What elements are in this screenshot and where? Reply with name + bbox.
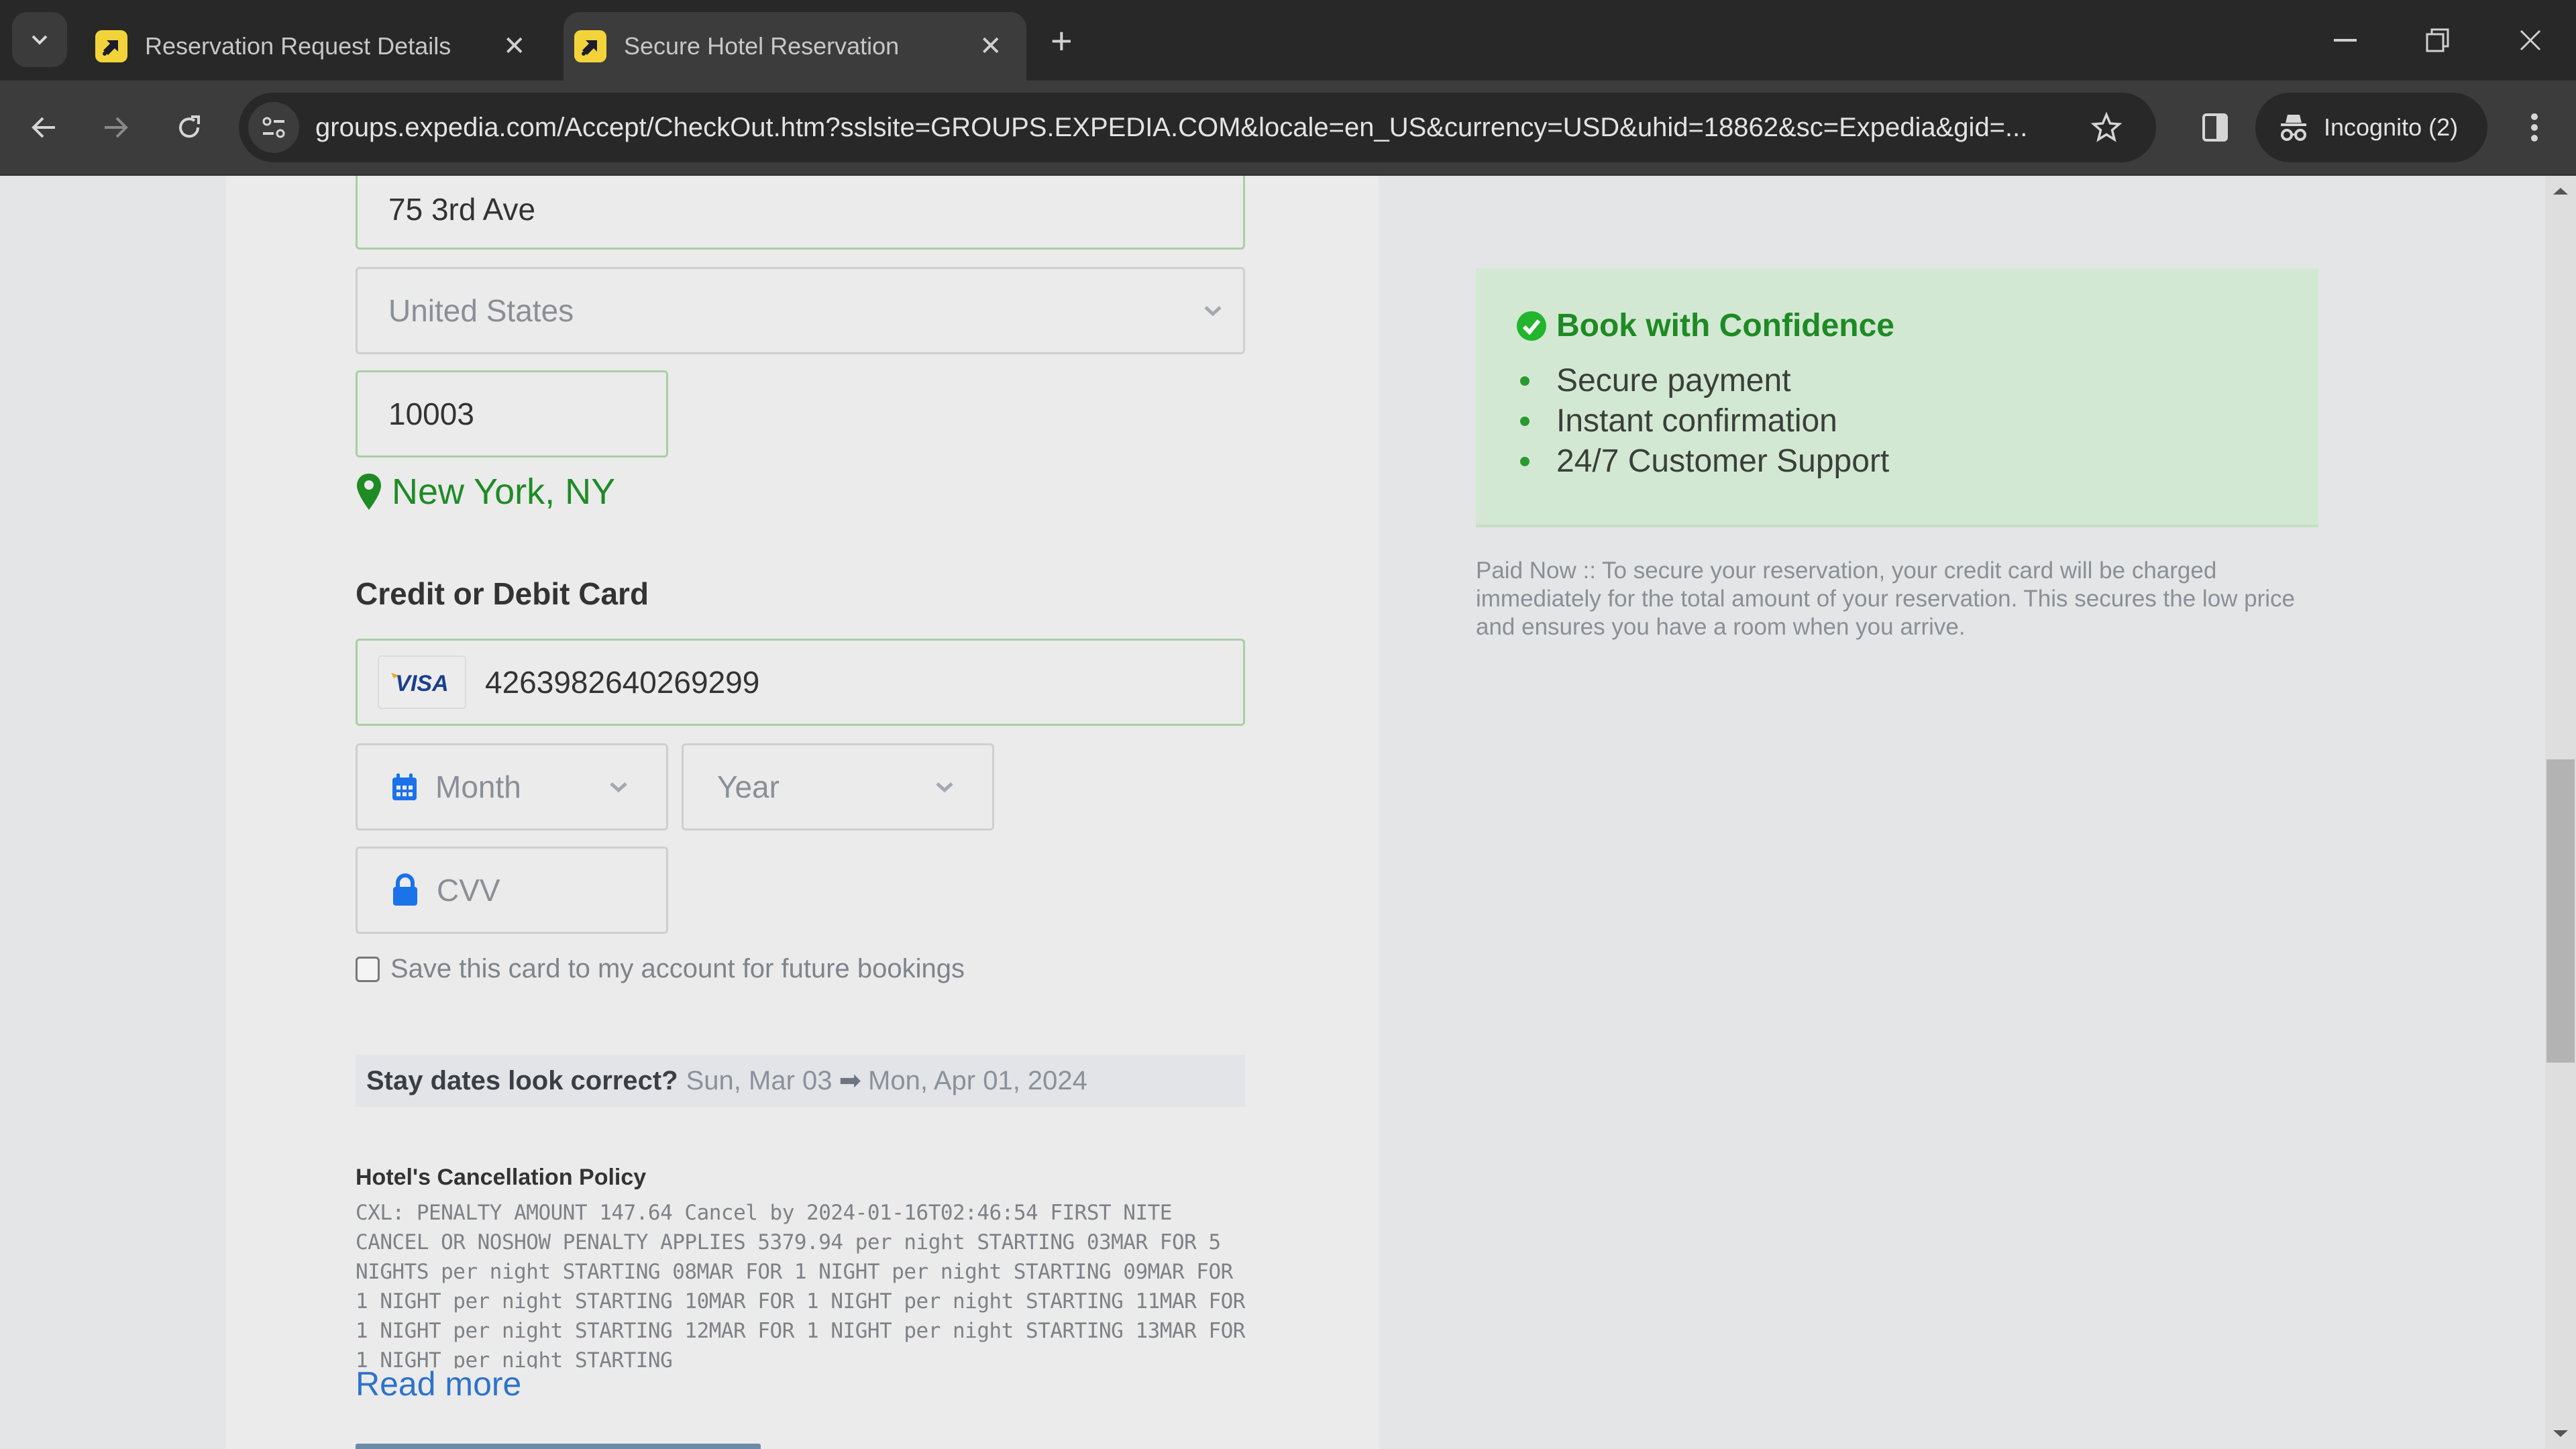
- restore-icon: [2426, 28, 2449, 52]
- map-pin-icon: [357, 474, 381, 510]
- minimize-button[interactable]: [2325, 20, 2365, 60]
- expedia-favicon-icon: [574, 30, 606, 62]
- cancellation-policy-text: CXL: PENALTY AMOUNT 147.64 Cancel by 202…: [356, 1201, 1245, 1368]
- page-scrollbar[interactable]: [2545, 176, 2576, 1449]
- bookmark-button[interactable]: [2086, 107, 2127, 148]
- side-panel-icon: [2202, 113, 2228, 142]
- reload-button[interactable]: [164, 102, 215, 153]
- lock-icon: [393, 873, 417, 906]
- incognito-profile-button[interactable]: Incognito (2): [2255, 93, 2487, 162]
- stay-dates-banner: Stay dates look correct? Sun, Mar 03 ➡ M…: [356, 1055, 1245, 1107]
- visa-text: VISA: [395, 671, 448, 696]
- address-bar[interactable]: groups.expedia.com/Accept/CheckOut.htm?s…: [239, 93, 2156, 162]
- check-circle-icon: [1517, 311, 1546, 341]
- incognito-icon: [2281, 115, 2306, 141]
- list-item: 24/7 Customer Support: [1520, 441, 1889, 482]
- save-card-option[interactable]: Save this card to my account for future …: [356, 954, 965, 984]
- restore-button[interactable]: [2418, 20, 2458, 60]
- submit-button-partial[interactable]: [356, 1444, 761, 1449]
- save-card-label: Save this card to my account for future …: [390, 954, 965, 983]
- cvv-placeholder: CVV: [437, 873, 500, 908]
- tab-strip: Reservation Request Details ✕ Secure Hot…: [0, 0, 2576, 80]
- country-select[interactable]: United States: [356, 267, 1245, 354]
- city-state-indicator: New York, NY: [356, 471, 615, 513]
- chevron-down-icon: [1204, 306, 1222, 317]
- book-with-confidence-box: Book with Confidence Secure payment Inst…: [1476, 268, 2318, 527]
- browser-toolbar: groups.expedia.com/Accept/CheckOut.htm?s…: [0, 80, 2576, 176]
- tab-secure-hotel-reservation[interactable]: Secure Hotel Reservation ✕: [564, 12, 1026, 80]
- paid-now-notice: Paid Now :: To secure your reservation, …: [1476, 557, 2296, 640]
- arrow-right-icon: ➡: [839, 1066, 862, 1095]
- arrow-left-icon: [32, 117, 55, 138]
- list-item: Instant confirmation: [1520, 401, 1889, 441]
- year-placeholder: Year: [717, 769, 780, 804]
- zip-code-value: 10003: [388, 396, 474, 431]
- card-number-input[interactable]: VISA 4263982640269299: [356, 639, 1245, 726]
- checkin-date: Sun, Mar 03: [686, 1065, 833, 1095]
- side-panel-button[interactable]: [2190, 102, 2241, 153]
- read-more-link[interactable]: Read more: [356, 1364, 521, 1403]
- bullet-icon: [1520, 417, 1529, 426]
- arrow-right-icon: [105, 117, 128, 138]
- bullet-icon: [1520, 457, 1529, 466]
- url-text[interactable]: groups.expedia.com/Accept/CheckOut.htm?s…: [315, 93, 2073, 162]
- tab-search-button[interactable]: [12, 12, 67, 67]
- cancellation-policy-title: Hotel's Cancellation Policy: [356, 1165, 647, 1190]
- tune-icon: [262, 117, 285, 138]
- page-viewport: 75 3rd Ave United States 10003 New York,…: [0, 176, 2549, 1449]
- confidence-title: Book with Confidence: [1516, 307, 1894, 344]
- expiry-month-select[interactable]: Month: [356, 743, 668, 830]
- incognito-label: Incognito (2): [2324, 113, 2459, 141]
- more-vert-icon: [2531, 113, 2538, 142]
- back-button[interactable]: [19, 102, 70, 153]
- chevron-down-icon: [32, 35, 48, 45]
- new-tab-button[interactable]: +: [1051, 19, 1073, 62]
- scroll-up-arrow-icon[interactable]: [2553, 186, 2568, 196]
- save-card-checkbox[interactable]: [356, 956, 380, 982]
- card-number-value: 4263982640269299: [485, 665, 760, 700]
- bullet-icon: [1520, 376, 1529, 386]
- close-icon: [2520, 30, 2541, 51]
- stay-dates-question: Stay dates look correct?: [366, 1065, 678, 1095]
- expedia-favicon-icon: [95, 30, 127, 62]
- confidence-list: Secure payment Instant confirmation 24/7…: [1520, 361, 1889, 482]
- expiry-year-select[interactable]: Year: [682, 743, 994, 830]
- site-info-button[interactable]: [248, 102, 299, 153]
- close-tab-icon[interactable]: ✕: [503, 31, 526, 62]
- close-window-button[interactable]: [2510, 20, 2551, 60]
- scrollbar-thumb[interactable]: [2546, 759, 2575, 1063]
- country-value: United States: [388, 293, 574, 328]
- card-section-title: Credit or Debit Card: [356, 576, 649, 611]
- browser-menu-button[interactable]: [2509, 102, 2560, 153]
- tab-reservation-request-details[interactable]: Reservation Request Details ✕: [95, 12, 538, 80]
- tab-title: Reservation Request Details: [145, 32, 451, 60]
- chevron-down-icon: [936, 782, 953, 793]
- scroll-down-arrow-icon[interactable]: [2553, 1429, 2568, 1438]
- minimize-icon: [2334, 39, 2357, 42]
- checkout-date: Mon, Apr 01, 2024: [868, 1065, 1087, 1095]
- cvv-input[interactable]: CVV: [356, 847, 668, 934]
- star-icon: [2091, 112, 2122, 142]
- city-state-text: New York, NY: [392, 472, 616, 512]
- zip-code-input[interactable]: 10003: [356, 370, 668, 458]
- street-address-value: 75 3rd Ave: [388, 192, 536, 227]
- month-placeholder: Month: [435, 769, 521, 804]
- chevron-down-icon: [610, 782, 627, 793]
- visa-logo-icon: VISA: [378, 655, 466, 709]
- calendar-icon: [392, 773, 417, 800]
- list-item: Secure payment: [1520, 361, 1889, 401]
- reload-icon: [179, 115, 200, 138]
- street-address-input[interactable]: 75 3rd Ave: [356, 176, 1245, 250]
- tab-title: Secure Hotel Reservation: [624, 32, 900, 60]
- forward-button[interactable]: [90, 102, 141, 153]
- close-tab-icon[interactable]: ✕: [979, 31, 1002, 62]
